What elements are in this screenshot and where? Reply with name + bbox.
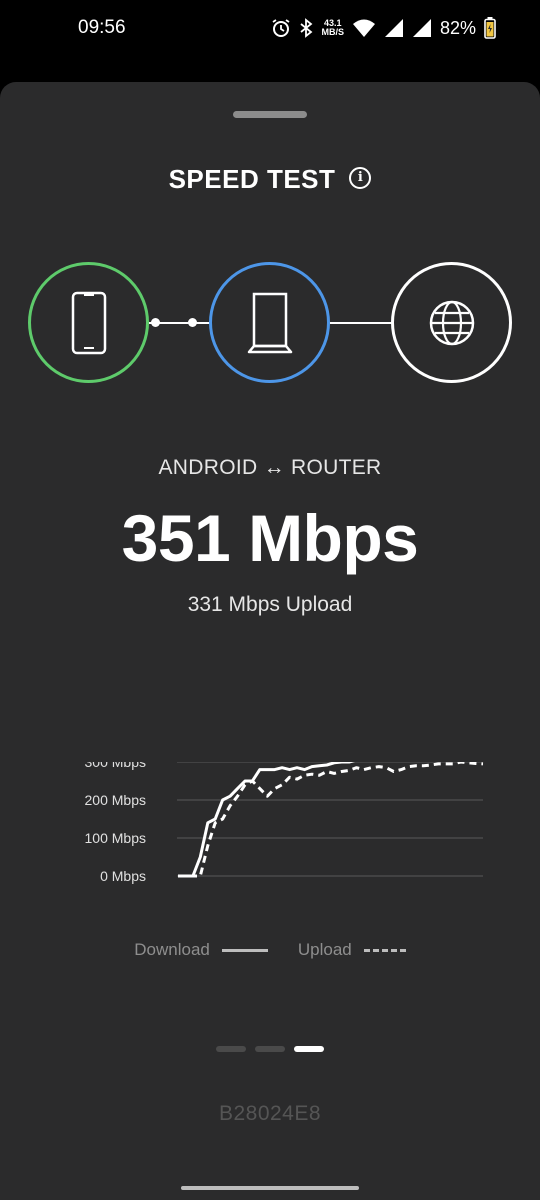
header: SPEED TEST i bbox=[0, 164, 540, 195]
legend-download-label: Download bbox=[134, 940, 210, 959]
status-bar: 09:56 43.1 MB/S 82% bbox=[0, 0, 540, 56]
net-speed-unit: MB/S bbox=[321, 27, 344, 37]
page-indicator bbox=[0, 1046, 540, 1052]
smartphone-icon bbox=[71, 291, 106, 354]
y-tick-label: 100 Mbps bbox=[85, 830, 146, 846]
router-node[interactable] bbox=[209, 262, 330, 383]
legend-upload: Upload bbox=[298, 940, 406, 960]
page-dot[interactable] bbox=[255, 1046, 285, 1052]
bluetooth-icon bbox=[300, 18, 313, 38]
battery-icon bbox=[484, 17, 496, 39]
y-tick-label: 300 Mbps bbox=[85, 762, 146, 770]
legend-dashed-line bbox=[363, 948, 406, 952]
signal-icon bbox=[412, 19, 431, 37]
y-tick-label: 0 Mbps bbox=[100, 868, 146, 884]
upload-speed: 331 Mbps Upload bbox=[187, 593, 353, 616]
alarm-icon bbox=[272, 19, 290, 37]
internet-node[interactable] bbox=[391, 262, 512, 383]
connector-router-internet bbox=[330, 322, 393, 324]
net-speed: 43.1 MB/S bbox=[321, 19, 344, 37]
wifi-icon bbox=[352, 19, 375, 37]
signal-icon bbox=[384, 19, 403, 37]
page-dot[interactable] bbox=[216, 1046, 246, 1052]
globe-icon bbox=[429, 300, 474, 345]
drag-handle[interactable] bbox=[233, 111, 307, 118]
home-indicator[interactable] bbox=[181, 1186, 359, 1190]
phone-node[interactable] bbox=[28, 262, 149, 383]
info-icon[interactable]: i bbox=[349, 166, 372, 189]
device-id: B28024E8 bbox=[218, 1102, 322, 1125]
y-tick-label: 200 Mbps bbox=[85, 792, 146, 808]
legend-upload-label: Upload bbox=[297, 940, 352, 959]
battery-percent: 82% bbox=[439, 17, 476, 38]
upload-series-line bbox=[178, 762, 484, 878]
download-speed: 351 Mbps bbox=[121, 501, 419, 575]
connector-dot bbox=[188, 318, 197, 327]
router-icon bbox=[247, 292, 292, 353]
connector-dot bbox=[151, 318, 160, 327]
status-icons: 43.1 MB/S 82% bbox=[271, 17, 496, 39]
page-dot-active[interactable] bbox=[294, 1046, 324, 1052]
speed-test-sheet: SPEED TEST i ANDROID ↔ ROUTER 351 Mbps 3… bbox=[0, 82, 540, 1200]
connection-path-label: ANDROID ↔ ROUTER bbox=[158, 456, 382, 479]
legend-solid-line bbox=[221, 948, 268, 952]
page-title: SPEED TEST bbox=[168, 164, 336, 194]
legend-download: Download bbox=[134, 940, 268, 960]
chart-legend: Download Upload bbox=[0, 940, 540, 960]
status-time: 09:56 bbox=[78, 17, 126, 38]
